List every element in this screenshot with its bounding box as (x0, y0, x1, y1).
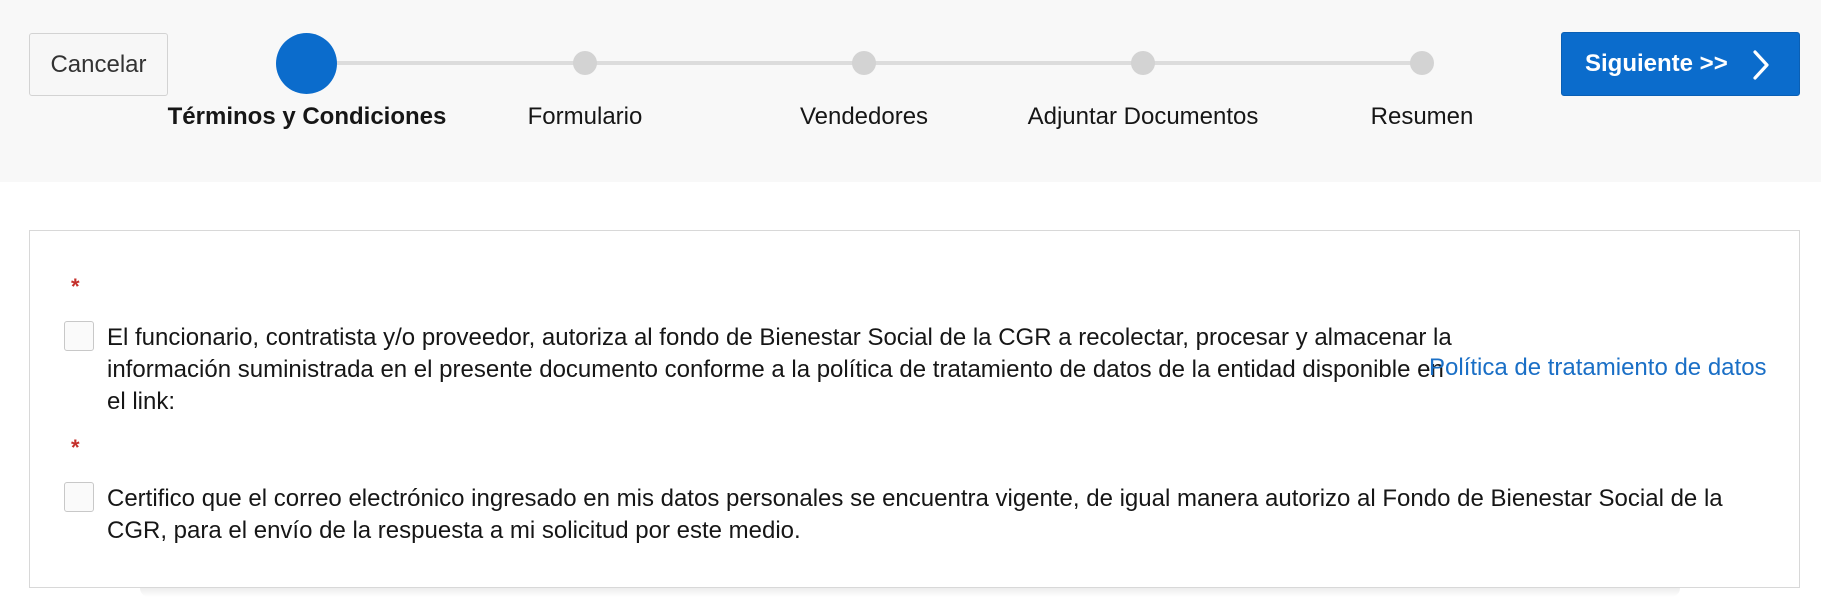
step-label: Resumen (1370, 103, 1474, 130)
certify-email-text: Certifico que el correo electrónico ingr… (107, 485, 1723, 544)
chevron-right-icon (1753, 50, 1769, 80)
wizard-header: Cancelar Términos y Condiciones Formular… (0, 0, 1821, 182)
step-dot-icon (1410, 51, 1434, 75)
data-policy-link[interactable]: Política de tratamiento de datos (1429, 354, 1767, 382)
next-button[interactable]: Siguiente >> (1561, 32, 1800, 96)
required-marker: * (71, 274, 80, 299)
step-label: Formulario (527, 103, 643, 130)
accept-data-policy-checkbox[interactable] (64, 321, 94, 351)
step-dot-icon (1131, 51, 1155, 75)
step-label: Términos y Condiciones (167, 103, 447, 130)
step-dot-icon (573, 51, 597, 75)
panel-shadow (140, 588, 1680, 597)
next-button-label: Siguiente >> (1585, 50, 1728, 77)
terms-panel: * El funcionario, contratista y/o provee… (29, 230, 1800, 588)
progress-train: Términos y Condiciones Formulario Vended… (0, 0, 1821, 182)
step-dot-icon (852, 51, 876, 75)
certify-email-checkbox[interactable] (64, 482, 94, 512)
required-marker: * (71, 435, 80, 460)
data-policy-text: El funcionario, contratista y/o proveedo… (107, 324, 1452, 415)
step-label: Vendedores (799, 103, 929, 130)
step-label: Adjuntar Documentos (1027, 103, 1259, 130)
step-active-dot-icon (276, 33, 337, 94)
